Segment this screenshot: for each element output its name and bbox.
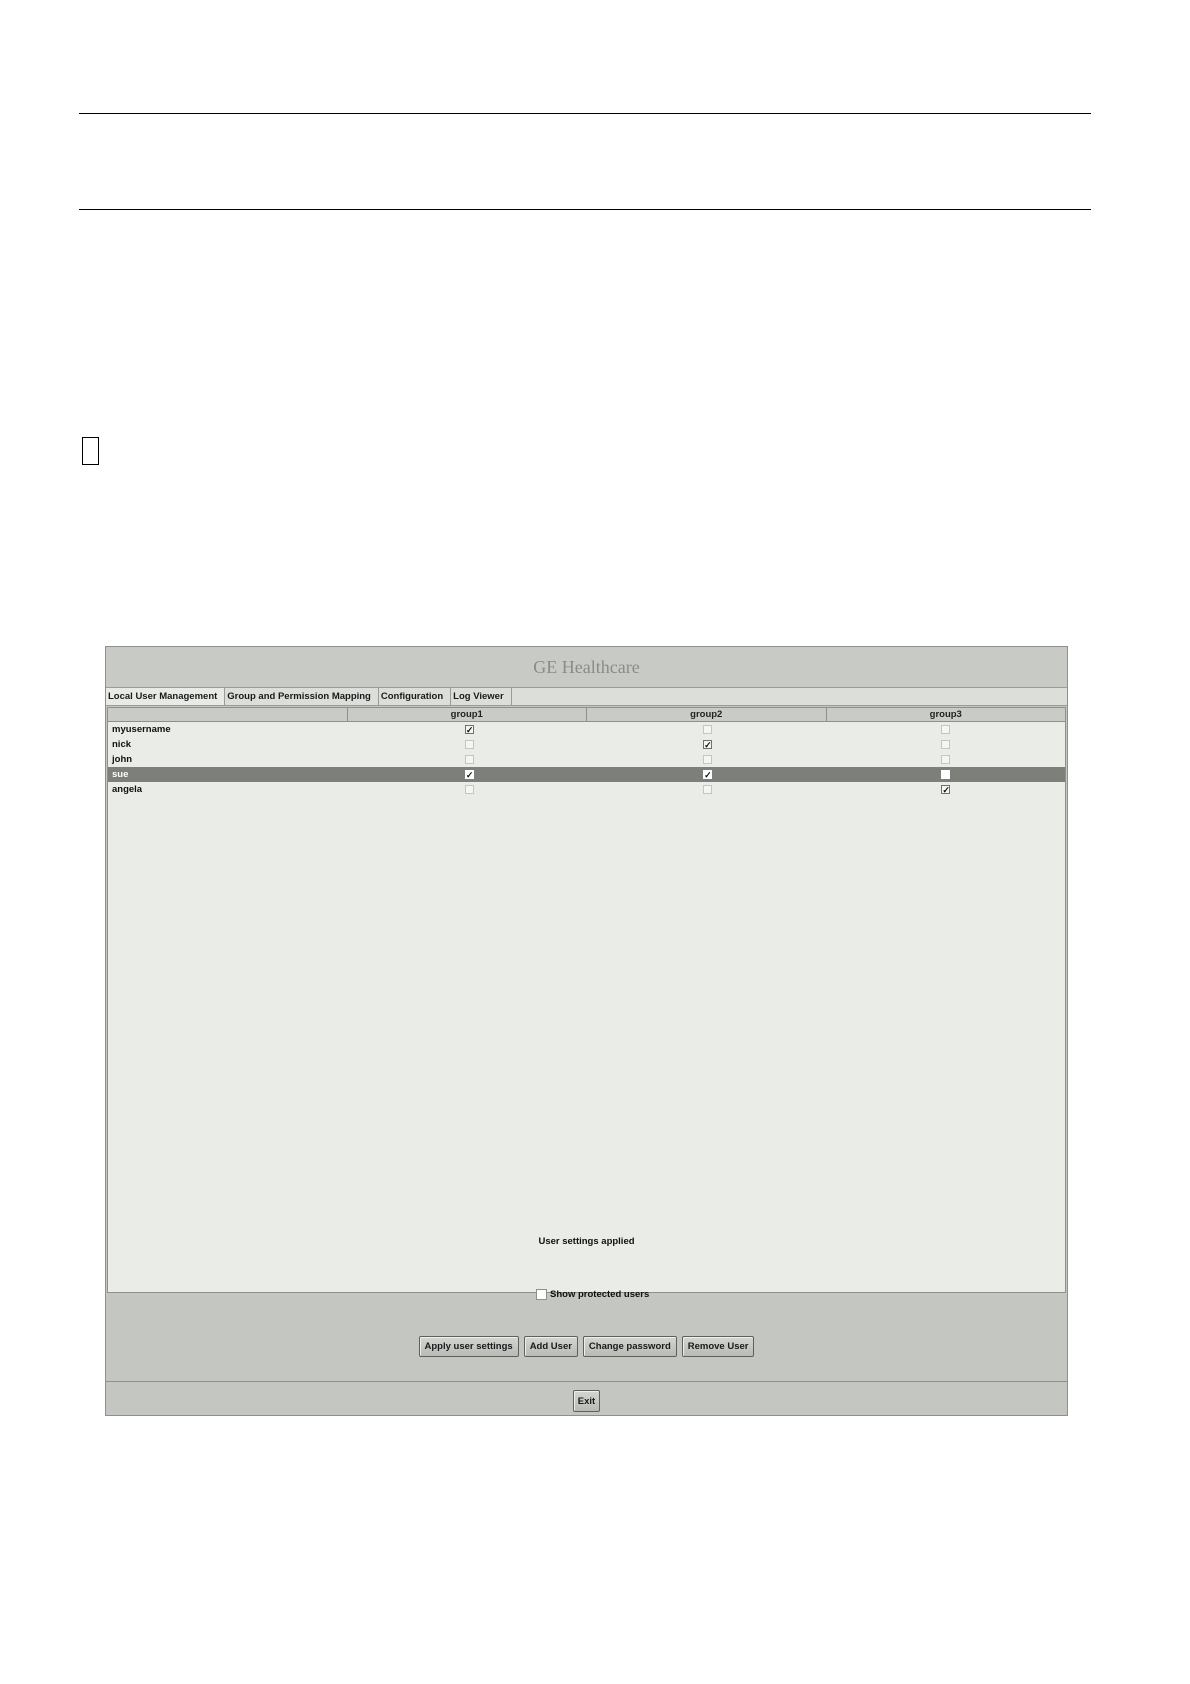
footer-divider (106, 1381, 1067, 1382)
group-cell (827, 755, 1065, 764)
checked-checkbox-icon[interactable]: ✓ (464, 770, 474, 780)
username-cell: sue (112, 769, 129, 780)
checked-checkbox-icon[interactable]: ✓ (464, 725, 474, 735)
tab-log-viewer[interactable]: Log Viewer (451, 688, 512, 705)
checkbox-box[interactable] (536, 1289, 547, 1300)
group-cell (350, 755, 588, 764)
unchecked-checkbox-icon[interactable] (703, 755, 713, 764)
column-header-group3[interactable]: group3 (827, 708, 1066, 721)
group-cell (589, 725, 827, 734)
tab-local-user-management[interactable]: Local User Management (106, 688, 226, 705)
exit-button[interactable]: Exit (572, 1390, 601, 1412)
username-cell: nick (112, 739, 132, 750)
table-row[interactable]: angela ✓ (108, 782, 1065, 797)
header-rule-top (79, 113, 1091, 114)
show-protected-users-checkbox[interactable]: Show protected users (536, 1289, 649, 1300)
show-protected-users-label: Show protected users (550, 1289, 650, 1300)
unchecked-checkbox-icon[interactable] (464, 740, 474, 749)
group-cell: ✓ (350, 725, 588, 735)
status-message: User settings applied (538, 1236, 635, 1247)
tab-bar: Local User Management Group and Permissi… (106, 688, 1067, 706)
column-header-group1[interactable]: group1 (348, 708, 587, 721)
username-cell: angela (112, 784, 143, 795)
group-cell: ✓ (589, 770, 827, 780)
group-cell (589, 755, 827, 764)
table-row[interactable]: sue ✓ ✓ (108, 767, 1065, 782)
group-cell (350, 785, 588, 794)
checked-checkbox-icon[interactable]: ✓ (941, 785, 951, 795)
group-cell: ✓ (589, 740, 827, 750)
change-password-button[interactable]: Change password (582, 1336, 677, 1357)
note-icon (82, 437, 99, 465)
unchecked-checkbox-icon[interactable] (703, 785, 713, 794)
column-header-user[interactable] (108, 708, 348, 721)
username-cell: john (112, 754, 133, 765)
table-body: myusername ✓ nick ✓ john sue ✓ ✓ angela ✓ (108, 722, 1065, 797)
add-user-button[interactable]: Add User (523, 1336, 578, 1357)
checked-checkbox-icon[interactable]: ✓ (703, 770, 713, 780)
apply-user-settings-button[interactable]: Apply user settings (418, 1336, 519, 1357)
user-group-table: group1 group2 group3 myusername ✓ nick ✓ joh… (107, 707, 1066, 1293)
group-cell (827, 770, 1065, 779)
table-row[interactable]: john (108, 752, 1065, 767)
group-cell (827, 740, 1065, 749)
group-cell: ✓ (827, 785, 1065, 795)
table-header: group1 group2 group3 (108, 708, 1065, 722)
group-cell (350, 740, 588, 749)
table-row[interactable]: myusername ✓ (108, 722, 1065, 737)
banner-title: GE Healthcare (106, 647, 1067, 688)
user-management-window: GE Healthcare Local User Management Grou… (105, 646, 1068, 1416)
group-cell (827, 725, 1065, 734)
footer: Exit (106, 1390, 1067, 1412)
unchecked-checkbox-icon[interactable] (941, 755, 951, 764)
group-cell (589, 785, 827, 794)
unchecked-checkbox-icon[interactable] (941, 770, 951, 779)
username-cell: myusername (112, 724, 171, 735)
checked-checkbox-icon[interactable]: ✓ (703, 740, 713, 750)
unchecked-checkbox-icon[interactable] (703, 725, 713, 734)
tab-configuration[interactable]: Configuration (378, 688, 452, 705)
unchecked-checkbox-icon[interactable] (464, 755, 474, 764)
header-rule-bottom (79, 209, 1091, 210)
table-row[interactable]: nick ✓ (108, 737, 1065, 752)
unchecked-checkbox-icon[interactable] (941, 725, 951, 734)
group-cell: ✓ (350, 770, 588, 780)
column-header-group2[interactable]: group2 (587, 708, 827, 721)
tab-group-permission-mapping[interactable]: Group and Permission Mapping (225, 688, 379, 705)
unchecked-checkbox-icon[interactable] (941, 740, 951, 749)
action-buttons: Apply user settings Add User Change pass… (106, 1336, 1067, 1357)
remove-user-button[interactable]: Remove User (681, 1336, 755, 1357)
unchecked-checkbox-icon[interactable] (464, 785, 474, 794)
